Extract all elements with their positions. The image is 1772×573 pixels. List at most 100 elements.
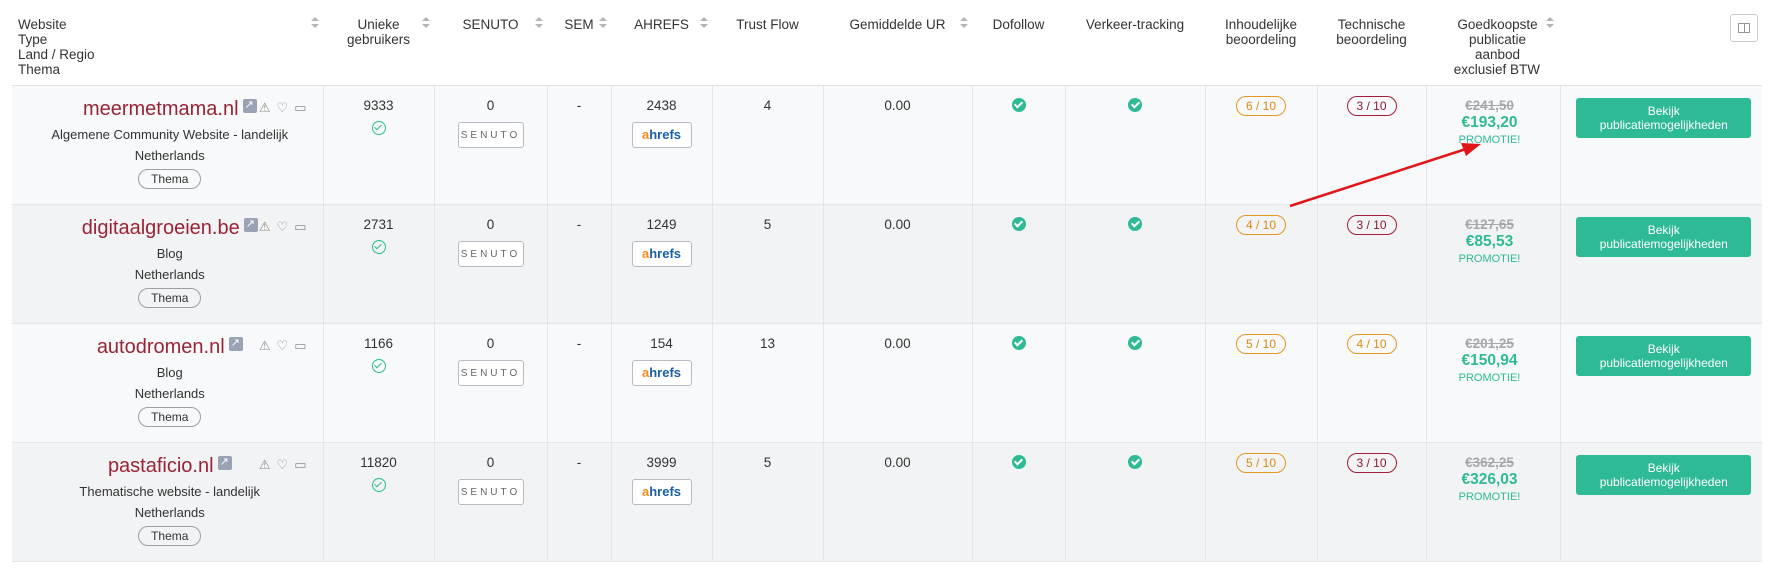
sort-icon[interactable]: [535, 17, 543, 29]
header-website[interactable]: Website Type Land / Regio Thema: [12, 0, 323, 86]
senuto-logo-button[interactable]: SENUTO: [457, 121, 524, 148]
senuto-cell: 0 SENUTO: [434, 442, 548, 562]
trust-flow-value: 5: [763, 216, 772, 232]
ahrefs-cell: 3999 ahrefs: [611, 442, 713, 562]
note-icon[interactable]: ▭: [294, 100, 312, 115]
traffic-tracking-cell: [1065, 323, 1206, 443]
old-price: €201,25: [1465, 335, 1514, 351]
note-icon[interactable]: ▭: [294, 457, 312, 472]
technical-rating-cell: 3 / 10: [1317, 85, 1427, 205]
price-cell: €201,25 €150,94 PROMOTIE!: [1426, 323, 1561, 443]
view-publication-options-button[interactable]: Bekijk publicatiemogelijkheden: [1576, 454, 1752, 495]
header-technical-rating-label: Technische beoordeling: [1336, 17, 1407, 47]
view-publication-options-button[interactable]: Bekijk publicatiemogelijkheden: [1576, 216, 1752, 257]
avg-ur-cell: 0.00: [823, 85, 973, 205]
sort-icon[interactable]: [311, 17, 319, 29]
external-link-icon[interactable]: [243, 217, 258, 232]
external-link-icon[interactable]: [217, 455, 232, 470]
content-rating-badge: 4 / 10: [1236, 214, 1286, 235]
verified-check-icon: [371, 358, 386, 373]
warning-icon[interactable]: ⚠: [259, 457, 277, 472]
sort-icon[interactable]: [422, 17, 430, 29]
header-sem[interactable]: SEM: [547, 0, 611, 86]
heart-icon[interactable]: ♡: [277, 100, 295, 115]
senuto-logo-button[interactable]: SENUTO: [457, 240, 524, 267]
sort-icon[interactable]: [700, 17, 708, 29]
warning-icon[interactable]: ⚠: [259, 100, 277, 115]
site-action-icons: ⚠♡▭: [259, 219, 313, 235]
senuto-logo-button[interactable]: SENUTO: [457, 478, 524, 505]
header-sem-label: SEM: [564, 17, 594, 32]
senuto-logo-button[interactable]: SENUTO: [457, 359, 524, 386]
table-row: autodromen.nl ⚠♡▭ Blog Netherlands Thema 1166…: [12, 323, 1762, 443]
avg-ur-value: 0.00: [884, 335, 911, 351]
ahrefs-logo-button[interactable]: ahrefs: [631, 121, 692, 148]
header-unique-users[interactable]: Unieke gebruikers: [323, 0, 434, 86]
ahrefs-logo-rest: hrefs: [649, 364, 682, 380]
unique-users-cell: 1166: [323, 323, 435, 443]
promo-label: PROMOTIE!: [1458, 133, 1521, 146]
content-rating-cell: 5 / 10: [1205, 323, 1318, 443]
verified-check-icon: [371, 477, 386, 492]
site-type: Blog: [156, 245, 183, 261]
site-country: Netherlands: [134, 385, 205, 401]
header-cheapest-offer[interactable]: Goedkoopste publicatie aanbod exclusief …: [1426, 0, 1560, 86]
ahrefs-logo-button[interactable]: ahrefs: [631, 478, 692, 505]
header-senuto[interactable]: SENUTO: [434, 0, 547, 86]
warning-icon[interactable]: ⚠: [259, 338, 277, 353]
heart-icon[interactable]: ♡: [277, 219, 295, 234]
senuto-cell: 0 SENUTO: [434, 204, 548, 324]
dofollow-cell: [972, 204, 1066, 324]
dofollow-cell: [972, 85, 1066, 205]
thema-button[interactable]: Thema: [138, 168, 202, 189]
action-cell: Bekijk publicatiemogelijkheden: [1560, 85, 1762, 205]
header-trust-flow[interactable]: Trust Flow: [712, 0, 823, 86]
header-avg-ur[interactable]: Gemiddelde UR: [823, 0, 972, 86]
ahrefs-cell: 2438 ahrefs: [611, 85, 713, 205]
table-row: meermetmama.nl ⚠♡▭ Algemene Community Webs…: [12, 85, 1762, 205]
sort-icon[interactable]: [599, 17, 607, 29]
promo-price: €193,20: [1461, 113, 1518, 131]
sort-icon[interactable]: [960, 17, 968, 29]
trust-flow-value: 5: [763, 454, 772, 470]
site-link[interactable]: meermetmama.nl: [83, 98, 239, 121]
ahrefs-logo-button[interactable]: ahrefs: [631, 359, 692, 386]
promo-label: PROMOTIE!: [1458, 490, 1521, 503]
senuto-value: 0: [486, 335, 495, 351]
ahrefs-logo-button[interactable]: ahrefs: [631, 240, 692, 267]
view-publication-options-button[interactable]: Bekijk publicatiemogelijkheden: [1576, 335, 1752, 376]
site-link[interactable]: digitaalgroeien.be: [82, 217, 240, 240]
sort-icon[interactable]: [1546, 17, 1554, 29]
external-link-icon[interactable]: [242, 98, 257, 113]
sem-value: -: [576, 454, 582, 470]
thema-button[interactable]: Thema: [138, 406, 202, 427]
unique-users-cell: 2731: [323, 204, 435, 324]
old-price: €241,50: [1465, 97, 1514, 113]
view-publication-options-button[interactable]: Bekijk publicatiemogelijkheden: [1576, 97, 1752, 138]
senuto-cell: 0 SENUTO: [434, 85, 548, 205]
warning-icon[interactable]: ⚠: [259, 219, 277, 234]
thema-button[interactable]: Thema: [138, 525, 202, 546]
ahrefs-logo-rest: hrefs: [649, 483, 682, 499]
header-cheapest-offer-label: Goedkoopste publicatie aanbod: [1457, 17, 1538, 62]
price-cell: €127,65 €85,53 PROMOTIE!: [1426, 204, 1561, 324]
unique-users-value: 2731: [363, 216, 394, 232]
site-link[interactable]: autodromen.nl: [97, 336, 225, 359]
header-ahrefs[interactable]: AHREFS: [611, 0, 712, 86]
site-type: Blog: [156, 364, 183, 380]
dofollow-check-icon: [1011, 216, 1026, 231]
heart-icon[interactable]: ♡: [277, 338, 295, 353]
thema-button[interactable]: Thema: [138, 287, 202, 308]
note-icon[interactable]: ▭: [294, 219, 312, 234]
header-dofollow: Dofollow: [972, 0, 1065, 86]
note-icon[interactable]: ▭: [294, 338, 312, 353]
table-row: digitaalgroeien.be ⚠♡▭ Blog Netherlands Them…: [12, 204, 1762, 324]
ahrefs-cell: 1249 ahrefs: [611, 204, 713, 324]
content-rating-badge: 6 / 10: [1236, 95, 1286, 116]
senuto-value: 0: [486, 454, 495, 470]
site-link[interactable]: pastaficio.nl: [108, 455, 214, 478]
traffic-check-icon: [1128, 454, 1142, 469]
heart-icon[interactable]: ♡: [277, 457, 295, 472]
header-technical-rating: Technische beoordeling: [1317, 0, 1426, 86]
external-link-icon[interactable]: [228, 336, 243, 351]
